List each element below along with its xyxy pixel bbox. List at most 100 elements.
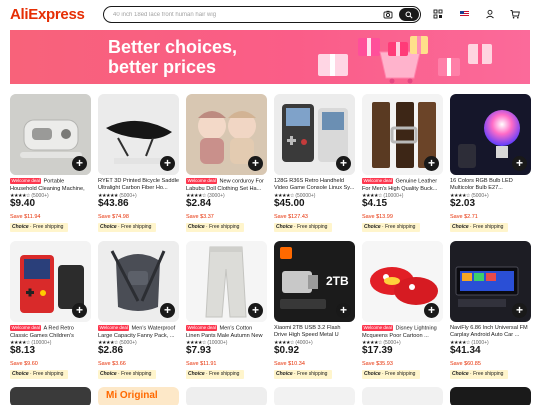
save-amount: Save $3.37 <box>186 214 214 220</box>
cart-icon[interactable] <box>510 9 520 19</box>
search-bar[interactable] <box>103 6 421 23</box>
product-image[interactable]: Mi Original <box>98 387 179 405</box>
product-title-text: Xiaomi 2TB USB 3.2 Flash Drive High Spee… <box>274 325 341 338</box>
product-title[interactable]: Welcome deal Portable Household Cleaning … <box>10 178 91 192</box>
product-card[interactable] <box>362 387 443 405</box>
product-image[interactable] <box>10 387 91 405</box>
choice-label: Choice <box>276 371 293 377</box>
add-to-cart-button[interactable]: + <box>248 156 263 171</box>
product-image[interactable] <box>450 387 531 405</box>
add-to-cart-button[interactable]: + <box>160 303 175 318</box>
choice-label: Choice <box>452 371 469 377</box>
choice-shipping-tag: Choice · Free shipping <box>362 370 420 379</box>
product-title[interactable]: Xiaomi 2TB USB 3.2 Flash Drive High Spee… <box>274 325 355 339</box>
promo-banner[interactable]: Better choices, better prices <box>10 30 530 84</box>
product-title[interactable]: Welcome deal Genuine Leather For Men's Hi… <box>362 178 443 192</box>
shipping-label: Free shipping <box>33 224 64 230</box>
shipping-label: Free shipping <box>297 224 328 230</box>
add-to-cart-button[interactable]: + <box>248 303 263 318</box>
product-price: $8.13 <box>10 345 36 356</box>
product-card[interactable] <box>274 387 355 405</box>
choice-label: Choice <box>100 224 117 230</box>
product-card[interactable]: + Welcome deal Men's Waterproof Large Cap… <box>98 241 179 383</box>
product-price: $4.15 <box>362 198 388 209</box>
save-amount: Save $60.85 <box>450 361 481 367</box>
header-bar: AliExpress <box>0 0 540 30</box>
product-title[interactable]: Welcome deal New corduroy For Labubu Doll… <box>186 178 267 192</box>
shipping-label: Free shipping <box>121 371 152 377</box>
user-account-icon[interactable] <box>485 9 495 19</box>
product-title[interactable]: Welcome deal Men's Cotton Linen Pants Mal… <box>186 325 267 339</box>
add-to-cart-button[interactable]: + <box>336 303 351 318</box>
product-title[interactable]: 128G R36S Retro Handheld Video Game Cons… <box>274 178 355 192</box>
product-title-text: NaviFly 6.86 Inch Universal FM Carplay A… <box>450 325 528 338</box>
welcome-deal-badge: Welcome deal <box>186 325 218 331</box>
product-price: $2.03 <box>450 198 476 209</box>
aliexpress-logo[interactable]: AliExpress <box>10 6 85 23</box>
product-card[interactable]: + 128G R36S Retro Handheld Video Game Co… <box>274 94 355 236</box>
add-to-cart-button[interactable]: + <box>424 303 439 318</box>
qr-code-icon[interactable] <box>433 9 443 19</box>
banner-headline: Better choices, better prices <box>108 37 237 77</box>
search-button[interactable] <box>399 8 419 21</box>
product-title[interactable]: Welcome deal A Red Retro Classic Games Ch… <box>10 325 91 339</box>
product-card[interactable]: 2TB + Xiaomi 2TB USB 3.2 Flash Drive Hig… <box>274 241 355 383</box>
add-to-cart-button[interactable]: + <box>424 156 439 171</box>
product-title-text: RYET 3D Printed Bicycle Saddle Ultraligh… <box>98 178 179 191</box>
shipping-label: Free shipping <box>209 371 240 377</box>
product-card[interactable]: + Welcome deal Portable Household Cleanin… <box>10 94 91 236</box>
save-amount: Save $3.66 <box>98 361 126 367</box>
add-to-cart-button[interactable]: + <box>512 303 527 318</box>
shipping-label: Free shipping <box>209 224 240 230</box>
product-title-text: 128G R36S Retro Handheld Video Game Cons… <box>274 178 355 191</box>
product-card[interactable] <box>186 387 267 405</box>
add-to-cart-button[interactable]: + <box>72 156 87 171</box>
choice-shipping-tag: Choice · Free shipping <box>98 223 156 232</box>
add-to-cart-button[interactable]: + <box>336 156 351 171</box>
product-card[interactable]: + Welcome deal New corduroy For Labubu Do… <box>186 94 267 236</box>
save-amount: Save $11.94 <box>10 214 41 220</box>
product-card[interactable]: + 16 Colors RGB Bulb LED Multicolor Bulb… <box>450 94 531 236</box>
shipping-label: Free shipping <box>385 371 416 377</box>
add-to-cart-button[interactable]: + <box>512 156 527 171</box>
welcome-deal-badge: Welcome deal <box>10 325 42 331</box>
add-to-cart-button[interactable]: + <box>72 303 87 318</box>
product-price: $2.84 <box>186 198 212 209</box>
us-flag-icon[interactable] <box>460 11 469 17</box>
product-image[interactable] <box>186 387 267 405</box>
choice-shipping-tag: Choice · Free shipping <box>10 370 68 379</box>
product-card[interactable] <box>450 387 531 405</box>
choice-label: Choice <box>12 371 29 377</box>
shipping-label: Free shipping <box>473 371 504 377</box>
product-title[interactable]: NaviFly 6.86 Inch Universal FM Carplay A… <box>450 325 531 339</box>
shopping-gifts-illustration <box>318 36 492 84</box>
product-title[interactable]: Welcome deal Disney Lightning Mcqueens Po… <box>362 325 443 339</box>
choice-shipping-tag: Choice · Free shipping <box>450 223 508 232</box>
product-card[interactable]: + Welcome deal Disney Lightning Mcqueens … <box>362 241 443 383</box>
search-input[interactable] <box>113 9 373 20</box>
choice-label: Choice <box>452 224 469 230</box>
product-card[interactable]: Mi Original <box>98 387 179 405</box>
product-title[interactable]: Welcome deal Men's Waterproof Large Capac… <box>98 325 179 339</box>
choice-shipping-tag: Choice · Free shipping <box>274 223 332 232</box>
add-to-cart-button[interactable]: + <box>160 156 175 171</box>
camera-search-icon[interactable] <box>383 10 393 19</box>
choice-label: Choice <box>188 371 205 377</box>
choice-label: Choice <box>364 224 381 230</box>
save-amount: Save $2.71 <box>450 214 478 220</box>
product-image[interactable] <box>274 387 355 405</box>
product-card[interactable]: + Welcome deal Men's Cotton Linen Pants M… <box>186 241 267 383</box>
save-amount: Save $13.99 <box>362 214 393 220</box>
welcome-deal-badge: Welcome deal <box>186 178 218 184</box>
choice-shipping-tag: Choice · Free shipping <box>186 223 244 232</box>
product-card[interactable]: + Welcome deal A Red Retro Classic Games … <box>10 241 91 383</box>
product-title[interactable]: RYET 3D Printed Bicycle Saddle Ultraligh… <box>98 178 179 192</box>
product-card[interactable]: + NaviFly 6.86 Inch Universal FM Carplay… <box>450 241 531 383</box>
product-image[interactable] <box>362 387 443 405</box>
product-title[interactable]: 16 Colors RGB Bulb LED Multicolor Bulb E… <box>450 178 531 192</box>
banner-line-1: Better choices, <box>108 37 238 57</box>
choice-shipping-tag: Choice · Free shipping <box>98 370 156 379</box>
product-card[interactable]: + RYET 3D Printed Bicycle Saddle Ultrali… <box>98 94 179 236</box>
product-card[interactable] <box>10 387 91 405</box>
product-card[interactable]: + Welcome deal Genuine Leather For Men's … <box>362 94 443 236</box>
